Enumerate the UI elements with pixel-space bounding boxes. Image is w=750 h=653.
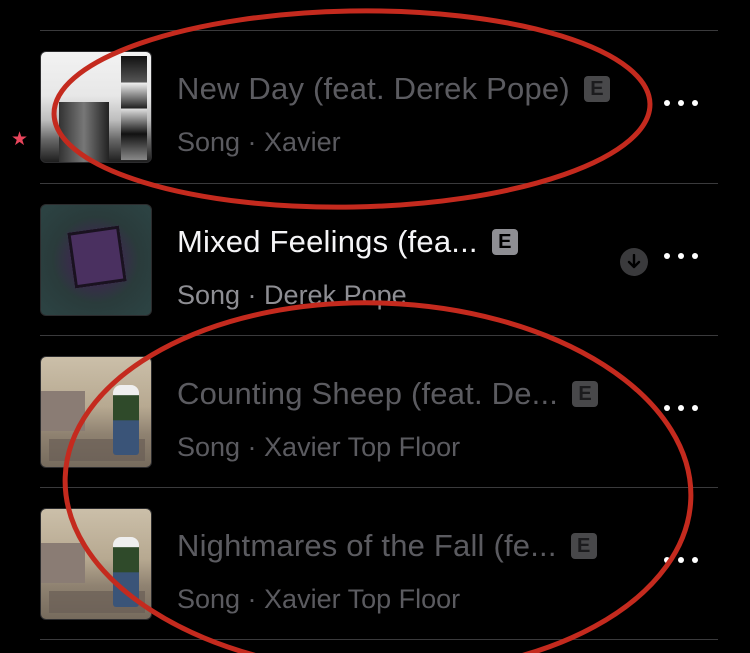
song-title: Nightmares of the Fall (fe...: [177, 528, 557, 563]
more-icon[interactable]: [664, 550, 698, 570]
explicit-badge: E: [572, 381, 599, 407]
song-row-nightmares-of-the-fall[interactable]: Nightmares of the Fall (fe... E Song · X…: [0, 488, 750, 640]
song-subtitle: Song · Xavier: [177, 127, 341, 157]
album-art-building: [40, 51, 152, 163]
download-icon[interactable]: [620, 248, 648, 276]
more-icon[interactable]: [664, 93, 698, 113]
album-art-living-room: [40, 508, 152, 620]
song-row-new-day[interactable]: ★ New Day (feat. Derek Pope) E Song · Xa…: [0, 31, 750, 183]
song-subtitle: Song · Derek Pope: [177, 280, 407, 310]
star-icon: ★: [11, 129, 29, 150]
song-title: Mixed Feelings (fea...: [177, 224, 478, 259]
explicit-badge: E: [570, 533, 597, 559]
song-subtitle: Song · Xavier Top Floor: [177, 432, 461, 462]
song-row-counting-sheep[interactable]: Counting Sheep (feat. De... E Song · Xav…: [0, 336, 750, 488]
song-subtitle: Song · Xavier Top Floor: [177, 584, 461, 614]
song-title: New Day (feat. Derek Pope): [177, 71, 570, 106]
more-icon[interactable]: [664, 246, 698, 266]
album-art-living-room: [40, 356, 152, 468]
more-icon[interactable]: [664, 398, 698, 418]
explicit-badge: E: [491, 229, 518, 255]
album-art-purple-cube: [40, 204, 152, 316]
explicit-badge: E: [583, 76, 610, 102]
search-results-list: ★ New Day (feat. Derek Pope) E Song · Xa…: [0, 0, 750, 653]
song-title: Counting Sheep (feat. De...: [177, 376, 559, 411]
divider: [40, 639, 718, 640]
